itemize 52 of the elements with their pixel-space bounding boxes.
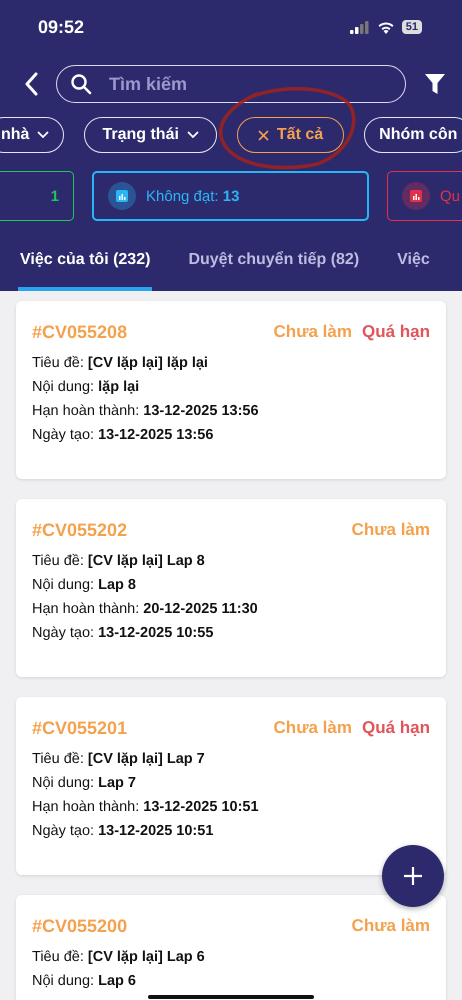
task-card[interactable]: #CV055201 Chưa làm Quá hạn Tiêu đề: [CV lặp lại] Lap 7 Nội dung: Lap 7 Hạn hoàn thành: 13-12-2025 10:51 Ngày tạo: 13-12-2025 10:51 — [16, 697, 446, 875]
status-time: 09:52 — [38, 16, 84, 38]
task-field: Ngày tạo: 13-12-2025 10:55 — [32, 623, 214, 643]
task-status: Chưa làm — [352, 916, 430, 936]
tab[interactable]: Việc — [395, 251, 432, 291]
stat-label: 1 — [50, 188, 59, 204]
stat-card[interactable]: Không đạt: 13 — [92, 171, 369, 221]
task-code: #CV055202 — [32, 520, 128, 540]
task-status: Chưa làm — [274, 718, 352, 738]
task-field: Tiêu đề: [CV lặp lại] Lap 8 — [32, 551, 205, 571]
chart-icon — [108, 182, 136, 210]
task-field: Tiêu đề: [CV lặp lại] Lap 7 — [32, 749, 205, 769]
task-code: #CV055201 — [32, 718, 128, 738]
task-field: Nội dung: Lap 8 — [32, 575, 136, 595]
task-status: Chưa làm — [352, 520, 430, 540]
task-field: Nội dung: Lap 7 — [32, 773, 136, 793]
tab[interactable]: Duyệt chuyển tiếp (82) — [186, 251, 362, 291]
tab[interactable]: Việc của tôi (232) — [18, 251, 152, 291]
close-icon — [258, 130, 269, 140]
task-field: Nội dung: lặp lại — [32, 377, 140, 397]
overdue-label: Quá hạn — [362, 718, 430, 738]
stat-card[interactable]: 1 — [0, 171, 74, 221]
wifi-icon — [376, 20, 395, 34]
task-field: Hạn hoàn thành: 13-12-2025 13:56 — [32, 401, 259, 421]
task-code: #CV055208 — [32, 322, 128, 342]
battery-level: 51 — [402, 20, 422, 34]
task-field: Ngày tạo: 13-12-2025 13:56 — [32, 425, 214, 445]
search-icon — [70, 73, 92, 95]
task-card[interactable]: #CV055202 Chưa làm Tiêu đề: [CV lặp lại] Lap 8 Nội dung: Lap 8 Hạn hoàn thành: 20-12-2025 11:30 Ngày tạo: 13-12-2025 10:55 — [16, 499, 446, 677]
stat-label: Không đạt: 13 — [146, 188, 240, 204]
chevron-down-icon — [37, 131, 50, 139]
task-field: Hạn hoàn thành: 20-12-2025 11:30 — [32, 599, 258, 619]
chevron-down-icon — [186, 131, 199, 139]
task-status: Chưa làm — [274, 322, 352, 342]
overdue-label: Quá hạn — [362, 322, 430, 342]
stat-label: Qu — [440, 188, 460, 204]
task-field: Hạn hoàn thành: 13-12-2025 10:51 — [32, 797, 259, 817]
filter-chip[interactable]: Trạng thái — [84, 117, 217, 153]
task-field: Tiêu đề: [CV lặp lại] Lap 6 — [32, 947, 205, 967]
filter-chip[interactable]: Tất cả — [236, 117, 344, 153]
filter-chip[interactable]: nhà — [0, 117, 64, 153]
task-field: Nội dung: Lap 6 — [32, 971, 136, 991]
signal-icon — [350, 20, 370, 34]
task-code: #CV055200 — [32, 916, 128, 936]
task-card[interactable]: #CV055208 Chưa làm Quá hạn Tiêu đề: [CV lặp lại] lặp lại Nội dung: lặp lại Hạn hoàn thành: 13-12-2025 13:56 Ngày tạo: 13-12-2025 13:56 — [16, 301, 446, 479]
chart-icon — [402, 182, 430, 210]
plus-icon — [403, 866, 423, 886]
filter-chip[interactable]: Nhóm côn — [364, 117, 462, 153]
task-card[interactable]: #CV055200 Chưa làm Tiêu đề: [CV lặp lại] Lap 6 Nội dung: Lap 6 — [16, 895, 446, 1000]
search-field[interactable]: Tìm kiếm — [56, 65, 406, 103]
task-field: Ngày tạo: 13-12-2025 10:51 — [32, 821, 214, 841]
task-field: Tiêu đề: [CV lặp lại] lặp lại — [32, 353, 208, 373]
